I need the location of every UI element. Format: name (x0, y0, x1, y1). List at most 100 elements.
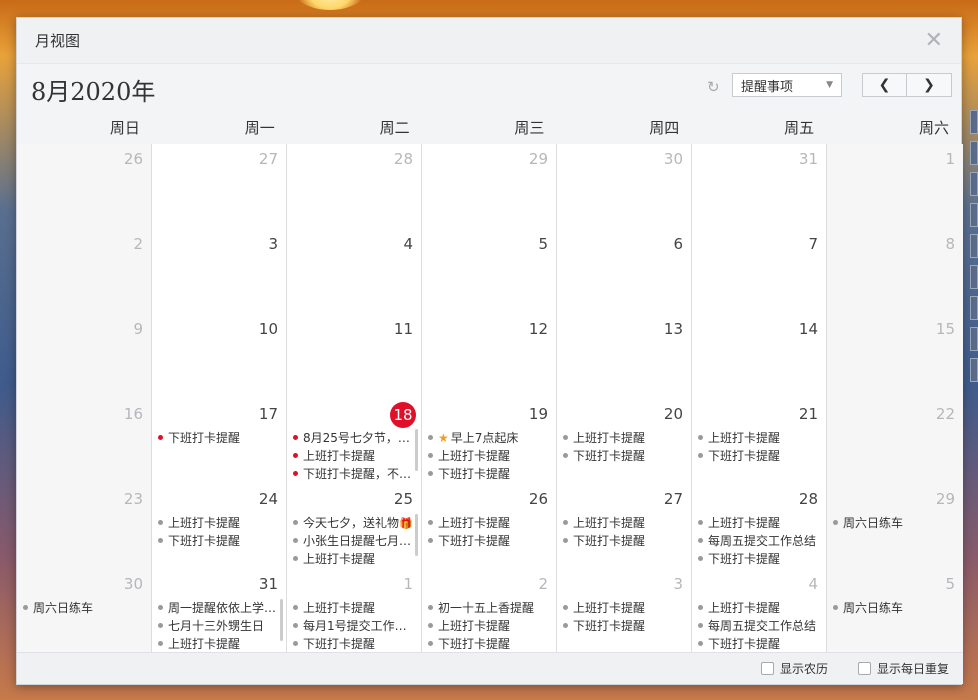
event-item[interactable]: 周六日练车 (833, 514, 955, 532)
desktop-icon[interactable] (970, 110, 978, 134)
desktop-icon[interactable] (970, 172, 978, 196)
day-cell[interactable]: 21 上班打卡提醒 下班打卡提醒 (692, 399, 827, 484)
show-daily-repeat-checkbox[interactable]: 显示每日重复 (857, 660, 949, 677)
day-cell[interactable]: 10 (152, 314, 287, 399)
event-item[interactable]: 下班打卡提醒 (563, 617, 683, 635)
day-cell[interactable]: 26 上班打卡提醒 下班打卡提醒 (422, 484, 557, 569)
day-cell[interactable]: 12 (422, 314, 557, 399)
checkbox-box[interactable] (760, 662, 774, 675)
day-cell[interactable]: 1 (827, 144, 963, 229)
event-item[interactable]: 上班打卡提醒 (293, 447, 413, 465)
event-item[interactable]: 下班打卡提醒 (698, 447, 818, 465)
event-item[interactable]: 下班打卡提醒 (428, 465, 548, 483)
day-cell-today[interactable]: 18 8月25号七夕节，… 上班打卡提醒 下班打卡提醒，不… (287, 399, 422, 484)
day-cell[interactable]: 29 周六日练车 (827, 484, 963, 569)
day-cell[interactable]: 3 上班打卡提醒 下班打卡提醒 (557, 569, 692, 654)
day-cell[interactable]: 7 (692, 229, 827, 314)
day-cell[interactable]: 31 周一提醒依依上学… 七月十三外甥生日 上班打卡提醒 (152, 569, 287, 654)
desktop-icon[interactable] (970, 234, 978, 258)
event-item[interactable]: 上班打卡提醒 (158, 635, 278, 653)
day-cell[interactable]: 30 (557, 144, 692, 229)
event-item[interactable]: 下班打卡提醒 (563, 532, 683, 550)
event-item[interactable]: 上班打卡提醒 (428, 447, 548, 465)
day-cell[interactable]: 29 (422, 144, 557, 229)
day-cell[interactable]: 3 (152, 229, 287, 314)
event-item[interactable]: 周六日练车 (833, 599, 955, 617)
next-month-button[interactable]: ❯ (907, 73, 952, 97)
day-cell[interactable]: 15 (827, 314, 963, 399)
event-item[interactable]: 上班打卡提醒 (698, 599, 818, 617)
event-item[interactable]: 上班打卡提醒 (428, 514, 548, 532)
desktop-icon[interactable] (970, 141, 978, 165)
event-item[interactable]: 上班打卡提醒 (563, 514, 683, 532)
event-item[interactable]: 上班打卡提醒 (698, 429, 818, 447)
day-cell[interactable]: 2 (17, 229, 152, 314)
event-item[interactable]: 下班打卡提醒 (428, 635, 548, 653)
event-item[interactable]: 每月1号提交工作总结 (293, 617, 413, 635)
event-item[interactable]: 下班打卡提醒 (158, 532, 278, 550)
day-cell[interactable]: 6 (557, 229, 692, 314)
event-item[interactable]: 下班打卡提醒 (293, 635, 413, 653)
event-item[interactable]: 七月十三外甥生日 (158, 617, 278, 635)
desktop-icon[interactable] (970, 203, 978, 227)
day-cell[interactable]: 11 (287, 314, 422, 399)
day-cell[interactable]: 27 上班打卡提醒 下班打卡提醒 (557, 484, 692, 569)
day-cell[interactable]: 30 周六日练车 (17, 569, 152, 654)
show-lunar-checkbox[interactable]: 显示农历 (760, 660, 828, 677)
event-item[interactable]: 上班打卡提醒 (563, 429, 683, 447)
day-cell[interactable]: 24 上班打卡提醒 下班打卡提醒 (152, 484, 287, 569)
cell-scrollbar[interactable] (415, 429, 418, 471)
day-cell[interactable]: 31 (692, 144, 827, 229)
event-item[interactable]: 下班打卡提醒 (563, 447, 683, 465)
day-cell[interactable]: 28 (287, 144, 422, 229)
event-item[interactable]: 上班打卡提醒 (428, 617, 548, 635)
prev-month-button[interactable]: ❮ (862, 73, 907, 97)
cell-scrollbar[interactable] (415, 514, 418, 556)
day-cell[interactable]: 19 ★ 早上7点起床 上班打卡提醒 下班打卡提醒 (422, 399, 557, 484)
day-cell[interactable]: 13 (557, 314, 692, 399)
desktop-icon[interactable] (970, 358, 978, 382)
event-item[interactable]: 8月25号七夕节，… (293, 429, 413, 447)
event-item[interactable]: 上班打卡提醒 (698, 514, 818, 532)
event-item[interactable]: 上班打卡提醒 (563, 599, 683, 617)
event-item[interactable]: 每周五提交工作总结 (698, 532, 818, 550)
event-item[interactable]: 上班打卡提醒 (158, 514, 278, 532)
day-cell[interactable]: 27 (152, 144, 287, 229)
event-item[interactable]: 下班打卡提醒，不… (293, 465, 413, 483)
day-cell[interactable]: 9 (17, 314, 152, 399)
event-item[interactable]: 今天七夕，送礼物🎁 (293, 514, 413, 532)
desktop-icon[interactable] (970, 296, 978, 320)
day-cell[interactable]: 14 (692, 314, 827, 399)
day-cell[interactable]: 25 今天七夕，送礼物🎁 小张生日提醒七月… 上班打卡提醒 (287, 484, 422, 569)
event-item[interactable]: 上班打卡提醒 (293, 550, 413, 568)
day-cell[interactable]: 20 上班打卡提醒 下班打卡提醒 (557, 399, 692, 484)
day-cell[interactable]: 17 下班打卡提醒 (152, 399, 287, 484)
day-cell[interactable]: 26 (17, 144, 152, 229)
event-item[interactable]: 周六日练车 (23, 599, 143, 617)
event-item[interactable]: 周一提醒依依上学… (158, 599, 278, 617)
desktop-icon[interactable] (970, 327, 978, 351)
day-cell[interactable]: 22 (827, 399, 963, 484)
day-cell[interactable]: 4 上班打卡提醒 每周五提交工作总结 下班打卡提醒 (692, 569, 827, 654)
event-item[interactable]: 每周五提交工作总结 (698, 617, 818, 635)
event-item[interactable]: 下班打卡提醒 (698, 550, 818, 568)
event-item[interactable]: 初一十五上香提醒 (428, 599, 548, 617)
close-icon[interactable]: ✕ (925, 29, 943, 52)
day-cell[interactable]: 23 (17, 484, 152, 569)
checkbox-box[interactable] (857, 662, 871, 675)
day-cell[interactable]: 4 (287, 229, 422, 314)
refresh-icon[interactable]: ↻ (707, 78, 720, 96)
day-cell[interactable]: 5 周六日练车 (827, 569, 963, 654)
event-item[interactable]: 小张生日提醒七月… (293, 532, 413, 550)
day-cell[interactable]: 16 (17, 399, 152, 484)
event-item[interactable]: 下班打卡提醒 (158, 429, 278, 447)
day-cell[interactable]: 1 上班打卡提醒 每月1号提交工作总结 下班打卡提醒 (287, 569, 422, 654)
event-item[interactable]: 上班打卡提醒 (293, 599, 413, 617)
cell-scrollbar[interactable] (280, 599, 283, 641)
day-cell[interactable]: 8 (827, 229, 963, 314)
event-item[interactable]: 下班打卡提醒 (698, 635, 818, 653)
event-item[interactable]: 下班打卡提醒 (428, 532, 548, 550)
filter-select[interactable]: 提醒事项 ▼ (732, 73, 842, 97)
day-cell[interactable]: 28 上班打卡提醒 每周五提交工作总结 下班打卡提醒 (692, 484, 827, 569)
day-cell[interactable]: 5 (422, 229, 557, 314)
